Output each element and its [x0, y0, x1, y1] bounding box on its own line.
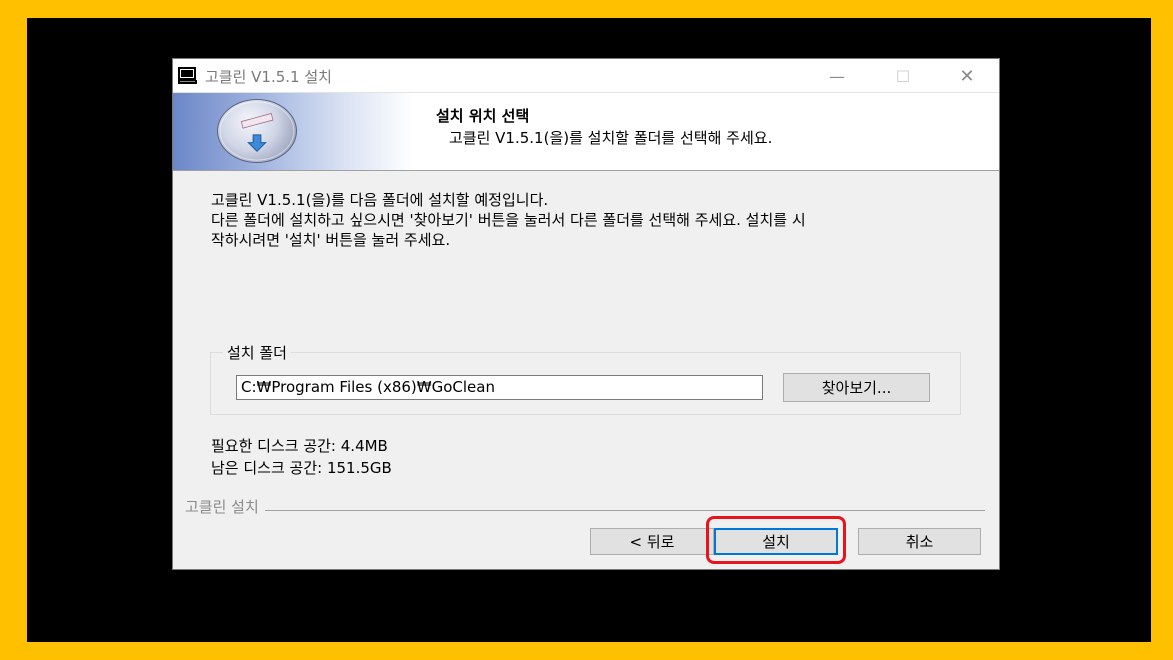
instruction-line: 다른 폴더에 설치하고 싶으시면 '찾아보기' 버튼을 눌러서 다른 폴더를 선…: [211, 211, 806, 229]
computer-icon: [178, 67, 197, 84]
title-bar[interactable]: 고클린 V1.5.1 설치 — ☐ ✕: [173, 59, 999, 93]
page-subtitle: 고클린 V1.5.1(을)를 설치할 폴더를 선택해 주세요.: [449, 129, 773, 147]
page-title: 설치 위치 선택: [436, 107, 530, 125]
installer-window: 고클린 V1.5.1 설치 — ☐ ✕ 설치 위치 선택 고클린 V1.5.1(…: [172, 58, 1000, 570]
instruction-line: 고클린 V1.5.1(을)를 다음 폴더에 설치할 예정입니다.: [211, 191, 549, 209]
browse-button[interactable]: 찾아보기...: [783, 373, 930, 402]
header-banner: [173, 93, 413, 170]
disc-icon: [217, 99, 297, 163]
disk-space-info: 필요한 디스크 공간: 4.4MB 남은 디스크 공간: 151.5GB: [211, 435, 392, 479]
available-space: 남은 디스크 공간: 151.5GB: [211, 459, 392, 477]
back-button[interactable]: < 뒤로: [590, 528, 714, 555]
install-button-highlight: [706, 516, 846, 564]
footer-brand-label: 고클린 설치: [185, 496, 265, 517]
cancel-button[interactable]: 취소: [858, 528, 981, 555]
required-space: 필요한 디스크 공간: 4.4MB: [211, 437, 388, 455]
install-folder-label: 설치 폴더: [223, 342, 291, 363]
install-folder-group: 설치 폴더 C:₩Program Files (x86)₩GoClean 찾아보…: [210, 342, 961, 415]
close-button[interactable]: ✕: [945, 59, 989, 93]
instructions: 고클린 V1.5.1(을)를 다음 폴더에 설치할 예정입니다. 다른 폴더에 …: [211, 190, 971, 250]
window-title: 고클린 V1.5.1 설치: [205, 68, 332, 86]
wizard-header: 설치 위치 선택 고클린 V1.5.1(을)를 설치할 폴더를 선택해 주세요.: [173, 93, 999, 171]
instruction-line: 작하시려면 '설치' 버튼을 눌러 주세요.: [211, 231, 451, 249]
maximize-button[interactable]: ☐: [881, 59, 925, 93]
minimize-button[interactable]: —: [815, 59, 859, 93]
footer-divider: [185, 510, 985, 511]
install-path-input[interactable]: C:₩Program Files (x86)₩GoClean: [236, 375, 763, 400]
